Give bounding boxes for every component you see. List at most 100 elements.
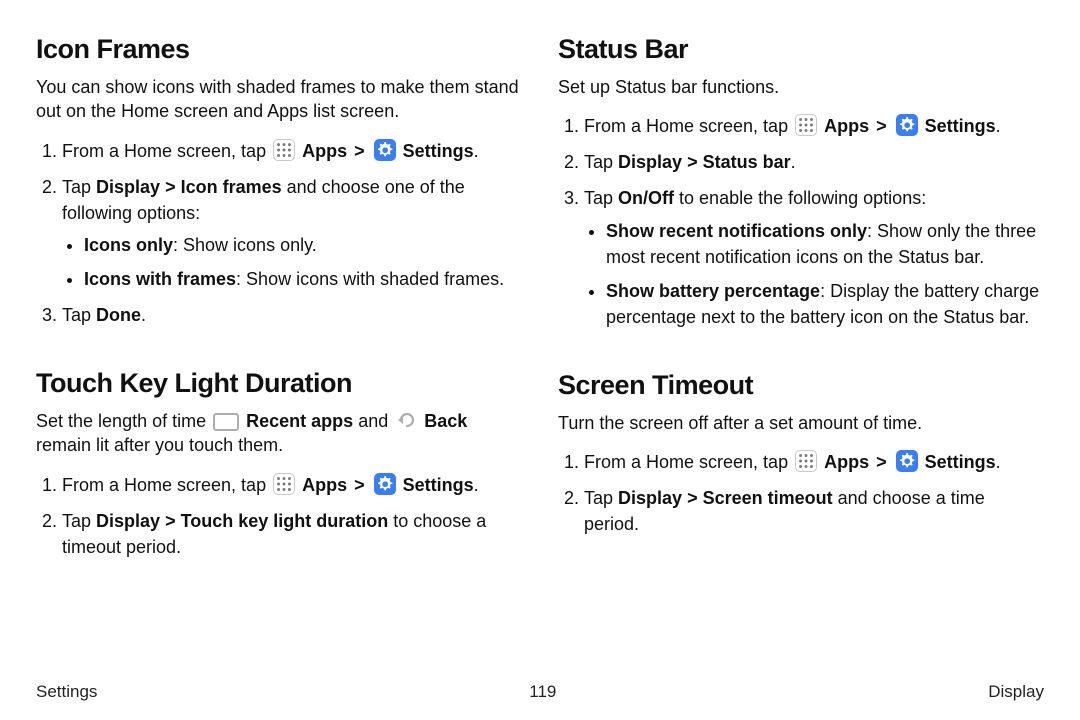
status-bar-options: Show recent notifications only: Show onl… bbox=[584, 218, 1044, 330]
step-item: From a Home screen, tap Apps > Settings. bbox=[62, 138, 522, 164]
right-column: Status Bar Set up Status bar functions. … bbox=[558, 34, 1044, 674]
settings-label: Settings bbox=[403, 141, 474, 161]
text: . bbox=[996, 452, 1001, 472]
settings-icon bbox=[374, 473, 396, 495]
apps-icon bbox=[273, 473, 295, 495]
footer-left: Settings bbox=[36, 682, 97, 702]
step-item: Tap Display > Icon frames and choose one… bbox=[62, 174, 522, 292]
text: From a Home screen, tap bbox=[584, 116, 793, 136]
touch-key-heading: Touch Key Light Duration bbox=[36, 368, 522, 399]
status-bar-lead: Set up Status bar functions. bbox=[558, 75, 1044, 99]
recent-apps-icon bbox=[213, 413, 239, 431]
bold: On/Off bbox=[618, 188, 674, 208]
screen-timeout-heading: Screen Timeout bbox=[558, 370, 1044, 401]
icon-frames-heading: Icon Frames bbox=[36, 34, 522, 65]
text: . bbox=[791, 152, 796, 172]
manual-page: Icon Frames You can show icons with shad… bbox=[0, 0, 1080, 720]
text: . bbox=[141, 305, 146, 325]
bold: > bbox=[682, 152, 703, 172]
text: and bbox=[358, 411, 393, 431]
text: Set the length of time bbox=[36, 411, 211, 431]
breadcrumb-chevron: > bbox=[352, 141, 367, 161]
settings-label: Settings bbox=[925, 116, 996, 136]
bold: Display bbox=[96, 511, 160, 531]
text: . bbox=[474, 475, 479, 495]
apps-label: Apps bbox=[302, 475, 347, 495]
list-item: Show battery percentage: Display the bat… bbox=[606, 278, 1044, 330]
step-item: Tap Display > Touch key light duration t… bbox=[62, 508, 522, 560]
text: From a Home screen, tap bbox=[62, 141, 271, 161]
text: . bbox=[996, 116, 1001, 136]
step-item: From a Home screen, tap Apps > Settings. bbox=[584, 113, 1044, 139]
text: From a Home screen, tap bbox=[62, 475, 271, 495]
text: Tap bbox=[62, 177, 96, 197]
bold: Show battery percentage bbox=[606, 281, 820, 301]
page-number: 119 bbox=[97, 682, 988, 702]
text: : Show icons only. bbox=[173, 235, 317, 255]
apps-icon bbox=[795, 450, 817, 472]
back-icon bbox=[395, 409, 417, 431]
bold: Show recent notifications only bbox=[606, 221, 867, 241]
settings-icon bbox=[896, 114, 918, 136]
settings-label: Settings bbox=[403, 475, 474, 495]
icon-frames-steps: From a Home screen, tap Apps > Settings.… bbox=[36, 138, 522, 329]
text: Tap bbox=[584, 152, 618, 172]
settings-icon bbox=[896, 450, 918, 472]
text: : Show icons with shaded frames. bbox=[236, 269, 504, 289]
screen-timeout-steps: From a Home screen, tap Apps > Settings.… bbox=[558, 449, 1044, 537]
bold: Icon frames bbox=[181, 177, 282, 197]
text: Tap bbox=[584, 188, 618, 208]
step-item: From a Home screen, tap Apps > Settings. bbox=[62, 472, 522, 498]
apps-icon bbox=[795, 114, 817, 136]
bold: Display bbox=[618, 488, 682, 508]
status-bar-steps: From a Home screen, tap Apps > Settings.… bbox=[558, 113, 1044, 330]
step-item: From a Home screen, tap Apps > Settings. bbox=[584, 449, 1044, 475]
text: . bbox=[474, 141, 479, 161]
text: to enable the following options: bbox=[674, 188, 926, 208]
icon-frames-lead: You can show icons with shaded frames to… bbox=[36, 75, 522, 124]
text: From a Home screen, tap bbox=[584, 452, 793, 472]
bold: Done bbox=[96, 305, 141, 325]
breadcrumb-chevron: > bbox=[874, 452, 889, 472]
list-item: Icons only: Show icons only. bbox=[84, 232, 522, 258]
two-column-content: Icon Frames You can show icons with shad… bbox=[36, 34, 1044, 674]
bold: Icons only bbox=[84, 235, 173, 255]
list-item: Icons with frames: Show icons with shade… bbox=[84, 266, 522, 292]
apps-icon bbox=[273, 139, 295, 161]
screen-timeout-lead: Turn the screen off after a set amount o… bbox=[558, 411, 1044, 435]
bold: > bbox=[682, 488, 703, 508]
step-item: Tap Display > Status bar. bbox=[584, 149, 1044, 175]
bold: Screen timeout bbox=[703, 488, 833, 508]
bold: Status bar bbox=[703, 152, 791, 172]
bold: Icons with frames bbox=[84, 269, 236, 289]
icon-frames-options: Icons only: Show icons only. Icons with … bbox=[62, 232, 522, 292]
bold: > bbox=[160, 177, 181, 197]
left-column: Icon Frames You can show icons with shad… bbox=[36, 34, 522, 674]
status-bar-heading: Status Bar bbox=[558, 34, 1044, 65]
recent-apps-label: Recent apps bbox=[246, 411, 353, 431]
text: remain lit after you touch them. bbox=[36, 435, 283, 455]
bold: Display bbox=[96, 177, 160, 197]
apps-label: Apps bbox=[824, 452, 869, 472]
step-item: Tap On/Off to enable the following optio… bbox=[584, 185, 1044, 329]
text: Tap bbox=[62, 305, 96, 325]
footer-right: Display bbox=[988, 682, 1044, 702]
text: Tap bbox=[62, 511, 96, 531]
step-item: Tap Done. bbox=[62, 302, 522, 328]
breadcrumb-chevron: > bbox=[352, 475, 367, 495]
page-footer: Settings 119 Display bbox=[36, 674, 1044, 720]
bold: > bbox=[160, 511, 181, 531]
breadcrumb-chevron: > bbox=[874, 116, 889, 136]
bold: Touch key light duration bbox=[181, 511, 389, 531]
list-item: Show recent notifications only: Show onl… bbox=[606, 218, 1044, 270]
touch-key-lead: Set the length of time Recent apps and B… bbox=[36, 409, 522, 458]
settings-label: Settings bbox=[925, 452, 996, 472]
touch-key-steps: From a Home screen, tap Apps > Settings.… bbox=[36, 472, 522, 560]
back-label: Back bbox=[424, 411, 467, 431]
step-item: Tap Display > Screen timeout and choose … bbox=[584, 485, 1044, 537]
text: Tap bbox=[584, 488, 618, 508]
settings-icon bbox=[374, 139, 396, 161]
apps-label: Apps bbox=[824, 116, 869, 136]
apps-label: Apps bbox=[302, 141, 347, 161]
bold: Display bbox=[618, 152, 682, 172]
